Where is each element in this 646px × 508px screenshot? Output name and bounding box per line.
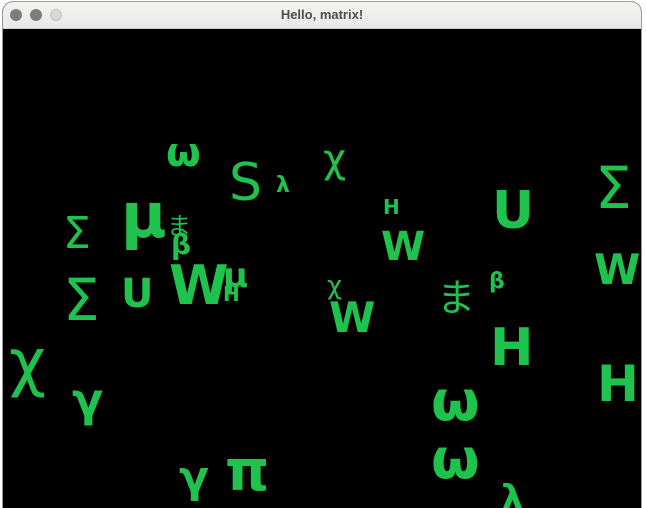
matrix-canvas: ω S λ χ Σ μ ま β Σ H W U Σ U W μ H χ W ま … [3, 29, 641, 508]
glyph-sigma: Σ [595, 154, 632, 222]
glyph-w: W [381, 224, 426, 270]
title-bar[interactable]: Hello, matrix! [3, 2, 641, 29]
glyph-ma: ま [437, 276, 476, 320]
glyph-chi: χ [9, 326, 46, 400]
glyph-lambda: λ [276, 173, 290, 198]
glyph-gamma: γ [72, 373, 104, 427]
glyph-w: W [329, 293, 376, 342]
glyph-h: H [490, 318, 534, 378]
glyph-sigma: Σ [63, 266, 100, 334]
glyph-lambda: λ [501, 478, 524, 508]
glyph-h: H [223, 282, 240, 306]
glyph-h: H [383, 195, 400, 219]
app-window: Hello, matrix! ω S λ χ Σ μ ま β Σ H W U Σ… [3, 2, 641, 508]
window-title: Hello, matrix! [280, 7, 364, 22]
glyph-beta: β [489, 269, 505, 294]
glyph-u: U [121, 271, 154, 317]
glyph-gamma: γ [179, 452, 209, 503]
glyph-w: W [594, 245, 641, 294]
glyph-sigma: Σ [63, 208, 91, 259]
glyph-omega: ω [431, 369, 480, 434]
glyph-w: W [169, 254, 229, 317]
glyph-pi: π [225, 439, 270, 504]
glyph-mu: μ [121, 179, 167, 252]
glyph-s: S [229, 153, 263, 213]
glyph-omega: ω [431, 427, 480, 492]
glyph-chi: χ [323, 136, 347, 182]
glyph-omega: ω [166, 130, 201, 176]
glyph-u: U [492, 181, 535, 241]
glyph-h: H [597, 355, 639, 413]
